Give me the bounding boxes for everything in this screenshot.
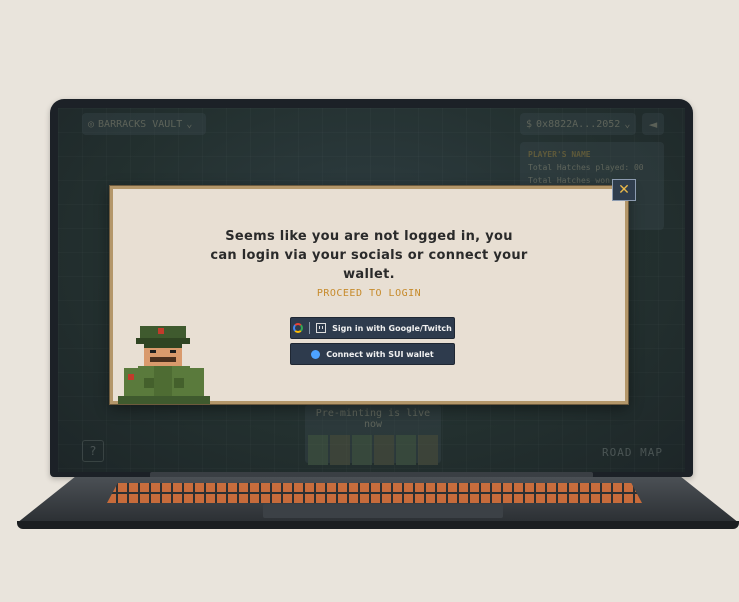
roadmap-link[interactable]: ROAD MAP xyxy=(602,446,663,459)
sui-button-label: Connect with SUI wallet xyxy=(326,349,434,359)
sui-icon xyxy=(311,349,321,359)
google-twitch-signin-button[interactable]: Sign in with Google/Twitch xyxy=(290,317,455,339)
stat-label: Total Hatches won: xyxy=(528,176,615,185)
preminting-banner[interactable]: Pre-minting is live now xyxy=(305,405,441,465)
nft-thumbnail xyxy=(352,435,372,465)
sound-button[interactable]: ◄ xyxy=(642,113,664,135)
message-line: can login via your socials or connect yo… xyxy=(210,248,528,263)
google-button-label: Sign in with Google/Twitch xyxy=(332,323,452,333)
vault-icon: ◎ xyxy=(88,118,95,130)
vault-label: BARRACKS VAULT xyxy=(98,118,183,130)
stat-value: 00 xyxy=(633,163,644,172)
stat-hatches-played: Total Hatches played: 00 xyxy=(528,161,656,174)
preminting-label: Pre-minting is live now xyxy=(315,408,431,430)
chevron-down-icon: ⌄ xyxy=(624,118,631,130)
google-icon xyxy=(293,323,304,333)
vault-select[interactable]: ◎ BARRACKS VAULT ⌄ xyxy=(82,113,206,135)
laptop-base-front xyxy=(17,521,739,529)
nft-thumbnail xyxy=(330,435,350,465)
wallet-select[interactable]: $ 0x8822A...2052 ⌄ xyxy=(520,113,636,135)
proceed-to-login-label: PROCEED TO LOGIN xyxy=(316,288,422,299)
soldier-character-image xyxy=(118,326,210,404)
sui-wallet-connect-button[interactable]: Connect with SUI wallet xyxy=(290,343,455,365)
speaker-icon: ◄ xyxy=(648,117,658,131)
help-label: ? xyxy=(89,444,97,458)
message-line: wallet. xyxy=(343,267,395,282)
stat-label: Total Hatches played: xyxy=(528,163,630,172)
nft-thumbnail xyxy=(396,435,416,465)
money-bag-icon: $ xyxy=(526,118,533,130)
nft-thumbnail xyxy=(308,435,328,465)
close-icon: ✕ xyxy=(618,182,630,198)
player-name: PLAYER'S NAME xyxy=(528,150,591,159)
nft-thumbnail xyxy=(418,435,438,465)
laptop-keyboard xyxy=(107,483,642,503)
help-button[interactable]: ? xyxy=(82,440,104,462)
laptop-trackpad xyxy=(263,504,503,518)
twitch-icon xyxy=(316,323,327,333)
chevron-down-icon: ⌄ xyxy=(186,118,193,130)
message-line: Seems like you are not logged in, you xyxy=(225,229,513,244)
login-message: Seems like you are not logged in, you ca… xyxy=(113,227,625,284)
wallet-address: 0x8822A...2052 xyxy=(536,118,621,130)
icon-divider xyxy=(309,322,311,334)
nft-thumbnail xyxy=(374,435,394,465)
nft-thumbnails xyxy=(305,435,441,465)
close-button[interactable]: ✕ xyxy=(612,179,636,201)
